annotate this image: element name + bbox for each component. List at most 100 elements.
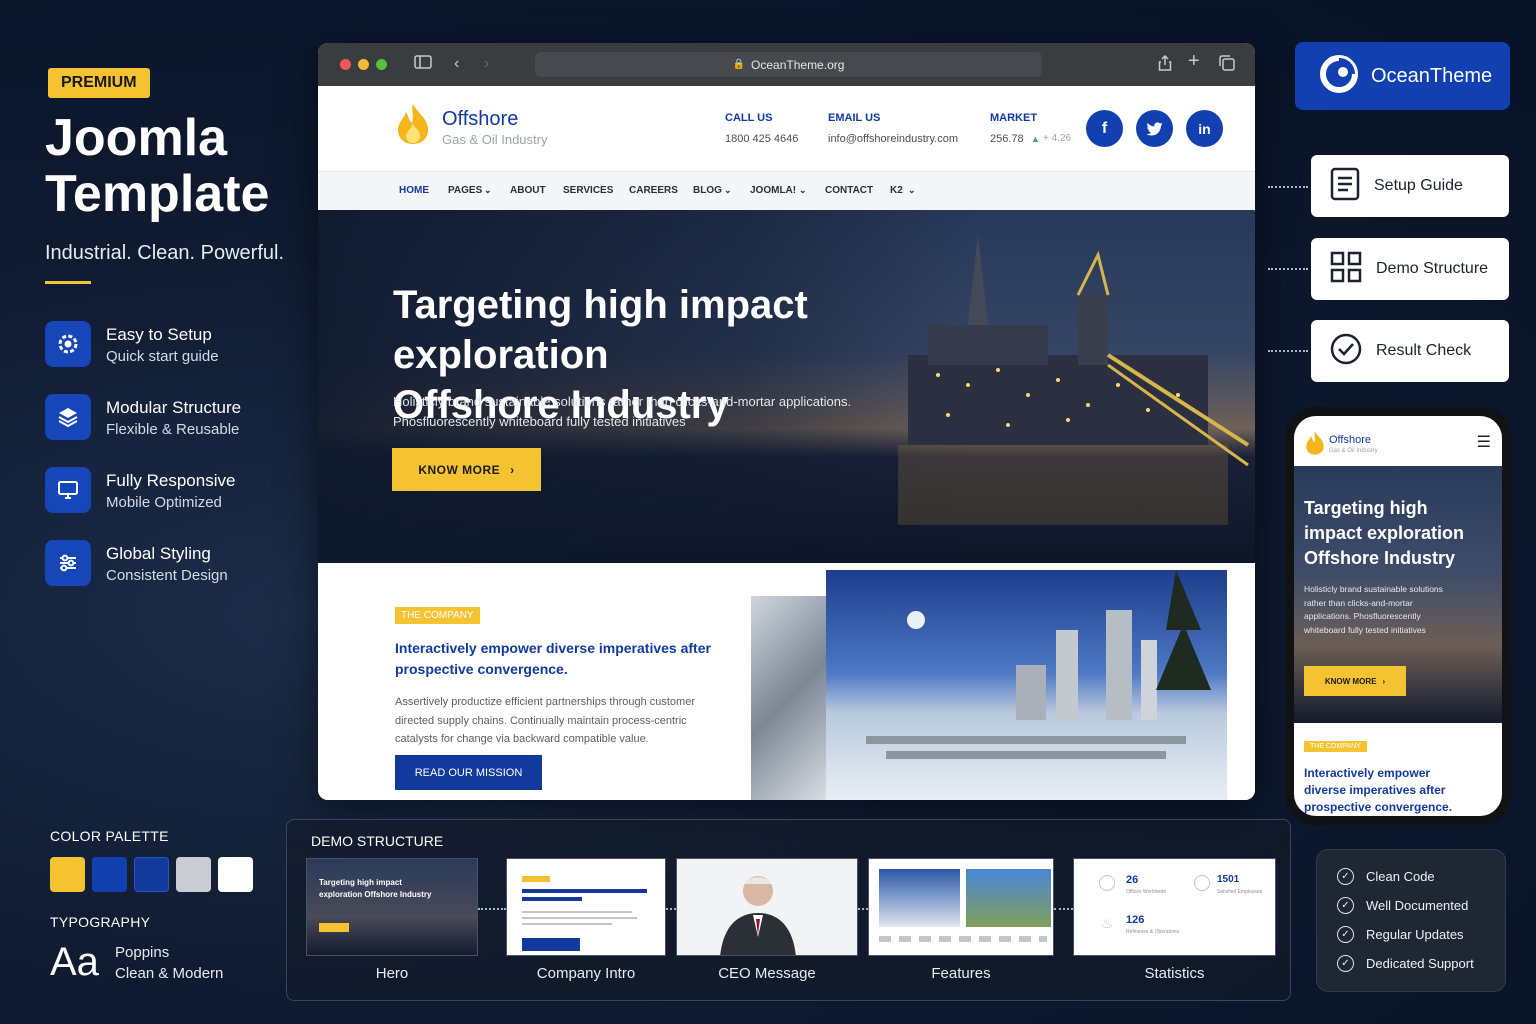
maximize-dot[interactable] (376, 59, 387, 70)
nav-services[interactable]: SERVICES (563, 185, 613, 196)
forward-icon[interactable]: › (484, 55, 489, 73)
minimize-dot[interactable] (358, 59, 369, 70)
phone-logo-subtitle: Gas & Oil Industry (1329, 448, 1378, 454)
thumb-hero[interactable]: Targeting high impact exploration Offsho… (306, 858, 478, 956)
twitter-icon[interactable] (1136, 110, 1173, 147)
hero-subtitle: Holisticly brand sustainable solutions r… (393, 392, 913, 432)
typography-sample: Aa (50, 940, 99, 984)
card-label: Setup Guide (1374, 177, 1463, 194)
company-text: Assertively productize efficient partner… (395, 696, 695, 745)
nav-careers[interactable]: CAREERS (629, 185, 678, 196)
thumb-ceo-message[interactable] (676, 858, 858, 956)
nav-about[interactable]: ABOUT (510, 185, 546, 196)
linkedin-icon[interactable]: in (1186, 110, 1223, 147)
employees-icon (1194, 875, 1210, 891)
swatch-white (218, 857, 253, 892)
site-logo-title[interactable]: Offshore (442, 108, 518, 131)
nav-joomla[interactable]: JOOMLA! (750, 185, 796, 196)
browser-toolbar: ‹ › 🔒 OceanTheme.org + (318, 43, 1255, 86)
premium-badge: PREMIUM (48, 68, 150, 98)
phone-know-more-button[interactable]: KNOW MORE › (1304, 666, 1406, 696)
check-circle-icon (1330, 333, 1362, 370)
site-header: Offshore Gas & Oil Industry CALL US 1800… (318, 86, 1255, 171)
connector-dots (1054, 908, 1073, 910)
nav-k2[interactable]: K2 (890, 185, 903, 196)
thumb-statistics[interactable]: 26 Offices Worldwide 1501 Satisfied Empl… (1073, 858, 1276, 956)
thumb-features[interactable] (868, 858, 1054, 956)
ceo-portrait-icon (715, 867, 801, 955)
back-icon[interactable]: ‹ (454, 55, 459, 73)
thumb-company-intro[interactable] (506, 858, 666, 956)
company-intro-section: THE COMPANY Interactively empower divers… (318, 563, 1255, 800)
new-tab-icon[interactable]: + (1188, 51, 1200, 71)
know-more-button[interactable]: KNOW MORE › (392, 448, 541, 491)
demo-structure-label: DEMO STRUCTURE (311, 833, 444, 849)
sidebar-icon[interactable] (414, 55, 432, 74)
thumb-heading-line (522, 897, 582, 901)
call-label: CALL US (725, 112, 773, 124)
phone-logo[interactable]: Offshore (1329, 434, 1371, 446)
feature-responsive: Fully Responsive Mobile Optimized (45, 467, 295, 515)
thumb-button (522, 938, 580, 951)
lock-icon: 🔒 (732, 59, 746, 70)
phone-company-tag: THE COMPANY (1304, 741, 1367, 752)
result-check-card[interactable]: Result Check (1311, 320, 1509, 382)
stat-value: 26 (1126, 874, 1139, 886)
gear-icon (45, 321, 91, 367)
close-dot[interactable] (340, 59, 351, 70)
site-logo-subtitle: Gas & Oil Industry (442, 132, 548, 147)
company-heading: Interactively empower diverse imperative… (395, 640, 711, 677)
call-value[interactable]: 1800 425 4646 (725, 133, 798, 145)
nav-contact[interactable]: CONTACT (825, 185, 873, 196)
demo-item-label: Hero (375, 965, 409, 982)
share-icon[interactable] (1158, 54, 1172, 76)
hero-subtitle-line-1: Holisticly brand sustainable solutions r… (393, 394, 852, 409)
connector-dots (478, 908, 506, 910)
stat-label: Offices Worldwide (1126, 889, 1167, 895)
market-label: MARKET (990, 112, 1038, 124)
nav-blog[interactable]: BLOG (693, 185, 722, 196)
brand-name: OceanTheme (1371, 64, 1493, 87)
phone-hero: Targeting high impact exploration Offsho… (1294, 466, 1502, 723)
chevron-right-icon: › (510, 462, 515, 477)
stat-value: 1501 (1217, 874, 1240, 885)
chevron-down-icon: ⌄ (484, 185, 492, 195)
check-icon: ✓ (1337, 868, 1354, 885)
url-bar[interactable]: 🔒 OceanTheme.org (535, 52, 1042, 77)
email-value[interactable]: info@offshoreindustry.com (828, 133, 958, 145)
demo-structure-panel: DEMO STRUCTURE Targeting high impact exp… (286, 819, 1291, 1001)
facebook-icon[interactable]: f (1086, 110, 1123, 147)
document-icon (1330, 167, 1360, 206)
site-nav: HOME PAGES ⌄ ABOUT SERVICES CAREERS BLOG… (318, 171, 1255, 210)
nav-home[interactable]: HOME (399, 185, 429, 196)
oceantheme-brand[interactable]: OceanTheme (1295, 42, 1510, 110)
nav-pages[interactable]: PAGES (448, 185, 482, 196)
hero-subtitle-line-2: Phosfluorescently whiteboard fully teste… (393, 414, 686, 429)
check-label: Well Documented (1366, 898, 1469, 913)
thumb-text-line (522, 917, 637, 919)
typography-label: TYPOGRAPHY (50, 914, 151, 930)
check-label: Dedicated Support (1366, 956, 1474, 971)
setup-guide-card[interactable]: Setup Guide (1311, 155, 1509, 217)
chevron-down-icon: ⌄ (724, 185, 732, 195)
swatch-dark-blue (134, 857, 169, 892)
feature-subtitle: Flexible & Reusable (106, 421, 240, 438)
tagline-underline (45, 281, 91, 284)
demo-structure-card[interactable]: Demo Structure (1311, 238, 1509, 300)
oceantheme-logo-icon (1319, 54, 1359, 99)
swatch-gray (176, 857, 211, 892)
check-label: Regular Updates (1366, 927, 1464, 942)
check-icon: ✓ (1337, 897, 1354, 914)
feature-subtitle: Quick start guide (106, 348, 219, 365)
hamburger-menu-icon[interactable]: ☰ (1477, 432, 1491, 452)
check-item: ✓ Regular Updates (1337, 926, 1464, 943)
tabs-icon[interactable] (1219, 55, 1235, 76)
check-icon: ✓ (1337, 926, 1354, 943)
refinery-image (826, 570, 1227, 800)
stat-label: Satisfied Employees (1217, 889, 1263, 895)
card-label: Result Check (1376, 342, 1472, 359)
feature-icons-row (879, 936, 1047, 942)
feature-title: Global Styling (106, 544, 211, 563)
read-mission-button[interactable]: READ OUR MISSION (395, 755, 542, 790)
sliders-icon (45, 540, 91, 586)
